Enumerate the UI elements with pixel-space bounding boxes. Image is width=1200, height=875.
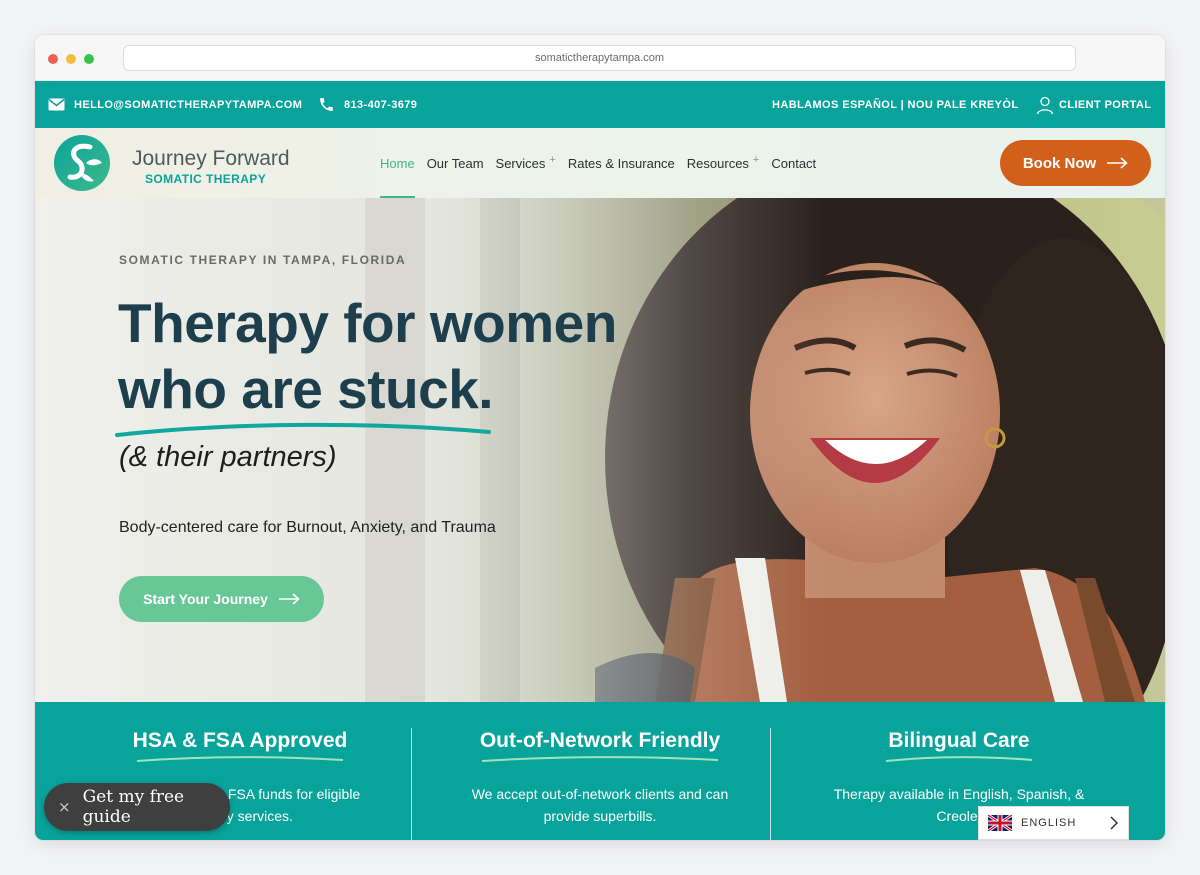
phone-icon	[320, 98, 333, 111]
email-text: HELLO@SOMATICTHERAPYTAMPA.COM	[74, 98, 303, 111]
book-now-label: Book Now	[1022, 154, 1097, 172]
headline-line-2: who are stuck.	[118, 358, 494, 420]
user-icon	[1036, 96, 1054, 114]
nav-resources[interactable]: Resources +	[687, 128, 760, 198]
feature-out-of-network: Out-of-Network Friendly We accept out-of…	[420, 702, 780, 840]
nav-our-team[interactable]: Our Team	[427, 128, 484, 198]
logo-tagline: SOMATIC THERAPY	[145, 172, 267, 186]
maximize-window-button[interactable]	[84, 54, 94, 64]
plus-icon: +	[752, 154, 760, 166]
phone-text: 813-407-3679	[344, 98, 418, 111]
feature-divider	[411, 728, 412, 840]
browser-chrome: somatictherapytampa.com	[35, 35, 1165, 81]
phone-link[interactable]: 813-407-3679	[318, 81, 417, 128]
hero-description: Body-centered care for Burnout, Anxiety,…	[119, 519, 496, 536]
hero-headline: Therapy for women who are stuck.	[118, 290, 617, 422]
chevron-right-icon	[1110, 816, 1118, 830]
address-bar[interactable]: somatictherapytampa.com	[123, 45, 1076, 71]
arrow-right-icon	[1107, 157, 1128, 169]
top-contact-bar: HELLO@SOMATICTHERAPYTAMPA.COM 813-407-36…	[35, 81, 1165, 128]
language-switcher[interactable]: ENGLISH	[978, 806, 1129, 840]
nav-rates-insurance[interactable]: Rates & Insurance	[568, 128, 675, 198]
language-label: ENGLISH	[1021, 817, 1077, 829]
site-header: Journey Forward SOMATIC THERAPY Home Our…	[35, 128, 1165, 198]
feature-divider	[770, 728, 771, 840]
close-window-button[interactable]	[48, 54, 58, 64]
feature-title: HSA & FSA Approved	[132, 729, 348, 752]
uk-flag-icon	[988, 815, 1012, 831]
close-icon[interactable]: ×	[58, 798, 71, 816]
headline-underline	[115, 422, 491, 437]
free-guide-label: Get my free guide	[82, 787, 185, 827]
hero-eyebrow: SOMATIC THERAPY IN TAMPA, FLORIDA	[119, 253, 407, 267]
title-underline	[481, 756, 719, 762]
start-journey-label: Start Your Journey	[143, 591, 268, 607]
logo-mark-icon	[54, 135, 110, 191]
minimize-window-button[interactable]	[66, 54, 76, 64]
arrow-right-icon	[278, 593, 300, 605]
languages-note: HABLAMOS ESPAÑOL | NOU PALE KREYÒL	[772, 98, 1019, 111]
plus-icon: +	[549, 154, 556, 166]
feature-title: Bilingual Care	[888, 729, 1030, 752]
main-nav: Home Our Team Services + Rates & Insuranc…	[380, 128, 828, 198]
client-portal-link[interactable]: CLIENT PORTAL	[1035, 81, 1151, 128]
site-logo[interactable]: Journey Forward SOMATIC THERAPY	[52, 133, 312, 193]
feature-title: Out-of-Network Friendly	[479, 729, 721, 752]
nav-home[interactable]: Home	[380, 128, 415, 198]
client-portal-label: CLIENT PORTAL	[1059, 98, 1152, 111]
title-underline	[885, 756, 1033, 762]
title-underline	[136, 756, 344, 762]
logo-name: Journey Forward	[132, 147, 290, 170]
nav-contact[interactable]: Contact	[771, 128, 816, 198]
book-now-button[interactable]: Book Now	[1000, 140, 1151, 186]
start-journey-button[interactable]: Start Your Journey	[119, 576, 324, 622]
nav-services[interactable]: Services +	[496, 128, 556, 198]
email-link[interactable]: HELLO@SOMATICTHERAPYTAMPA.COM	[48, 81, 302, 128]
free-guide-button[interactable]: × Get my free guide	[44, 783, 230, 831]
hero-subheadline: (& their partners)	[119, 441, 337, 473]
envelope-icon	[48, 98, 65, 111]
headline-line-1: Therapy for women	[118, 292, 617, 354]
feature-text: We accept out-of-network clients and can…	[471, 786, 729, 824]
browser-window: somatictherapytampa.com HELLO@SOMATICTHE…	[35, 35, 1165, 840]
hero-section: SOMATIC THERAPY IN TAMPA, FLORIDA Therap…	[35, 198, 1165, 702]
